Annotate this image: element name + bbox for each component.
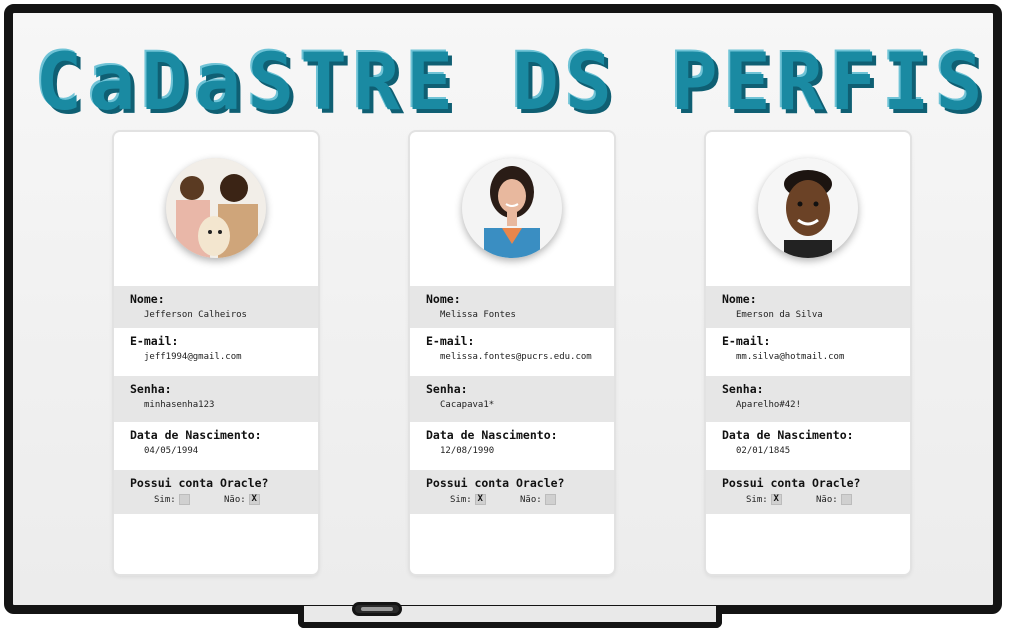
- profile-card-3: Nome: Emerson da Silva E-mail: mm.silva@…: [706, 132, 910, 574]
- sim-label: Sim:: [746, 494, 768, 505]
- profile-card-2: Nome: Melissa Fontes E-mail: melissa.fon…: [410, 132, 614, 574]
- avatar-photo-icon: [462, 158, 562, 258]
- email-label: E-mail:: [722, 334, 771, 348]
- profile-card-1: Nome: Jefferson Calheiros E-mail: jeff19…: [114, 132, 318, 574]
- avatar: [462, 158, 562, 258]
- birthdate-row: Data de Nascimento: 12/08/1990: [410, 422, 614, 470]
- password-value: minhasenha123: [144, 400, 215, 410]
- password-row: Senha: Cacapava1*: [410, 376, 614, 422]
- name-label: Nome:: [426, 292, 461, 306]
- avatar: [758, 158, 858, 258]
- oracle-row: Possui conta Oracle? Sim: X Não:: [410, 470, 614, 514]
- oracle-label: Possui conta Oracle?: [426, 476, 565, 490]
- email-row: E-mail: melissa.fontes@pucrs.edu.com: [410, 328, 614, 376]
- name-value: Emerson da Silva: [736, 310, 823, 320]
- email-row: E-mail: jeff1994@gmail.com: [114, 328, 318, 376]
- nao-label: Não:: [520, 494, 542, 505]
- sim-label: Sim:: [450, 494, 472, 505]
- password-label: Senha:: [722, 382, 764, 396]
- name-row: Nome: Melissa Fontes: [410, 286, 614, 328]
- nao-label: Não:: [816, 494, 838, 505]
- email-value: mm.silva@hotmail.com: [736, 352, 845, 362]
- birthdate-label: Data de Nascimento:: [130, 428, 262, 442]
- name-row: Nome: Jefferson Calheiros: [114, 286, 318, 328]
- email-value: melissa.fontes@pucrs.edu.com: [440, 352, 592, 362]
- password-row: Senha: minhasenha123: [114, 376, 318, 422]
- nao-checkbox[interactable]: [544, 494, 556, 505]
- nao-checkbox[interactable]: X: [248, 494, 260, 505]
- sim-checkbox[interactable]: [178, 494, 190, 505]
- eraser-icon: [352, 602, 402, 616]
- birthdate-label: Data de Nascimento:: [722, 428, 854, 442]
- nao-label: Não:: [224, 494, 246, 505]
- name-label: Nome:: [722, 292, 757, 306]
- name-value: Melissa Fontes: [440, 310, 516, 320]
- page-title: CaDaSTRE DS PERFIS: [35, 38, 989, 128]
- email-label: E-mail:: [426, 334, 475, 348]
- password-label: Senha:: [426, 382, 468, 396]
- birthdate-value: 02/01/1845: [736, 446, 791, 456]
- birthdate-row: Data de Nascimento: 02/01/1845: [706, 422, 910, 470]
- birthdate-value: 12/08/1990: [440, 446, 495, 456]
- password-value: Aparelho#42!: [736, 400, 802, 410]
- password-value: Cacapava1*: [440, 400, 495, 410]
- name-label: Nome:: [130, 292, 165, 306]
- oracle-label: Possui conta Oracle?: [722, 476, 861, 490]
- email-value: jeff1994@gmail.com: [144, 352, 242, 362]
- avatar-photo-icon: [166, 158, 266, 258]
- sim-checkbox[interactable]: X: [474, 494, 486, 505]
- password-row: Senha: Aparelho#42!: [706, 376, 910, 422]
- birthdate-label: Data de Nascimento:: [426, 428, 558, 442]
- oracle-label: Possui conta Oracle?: [130, 476, 269, 490]
- birthdate-value: 04/05/1994: [144, 446, 199, 456]
- email-label: E-mail:: [130, 334, 179, 348]
- oracle-row: Possui conta Oracle? Sim: Não: X: [114, 470, 318, 514]
- name-value: Jefferson Calheiros: [144, 310, 247, 320]
- name-row: Nome: Emerson da Silva: [706, 286, 910, 328]
- oracle-row: Possui conta Oracle? Sim: X Não:: [706, 470, 910, 514]
- avatar: [166, 158, 266, 258]
- avatar-photo-icon: [758, 158, 858, 258]
- password-label: Senha:: [130, 382, 172, 396]
- nao-checkbox[interactable]: [840, 494, 852, 505]
- sim-label: Sim:: [154, 494, 176, 505]
- sim-checkbox[interactable]: X: [770, 494, 782, 505]
- email-row: E-mail: mm.silva@hotmail.com: [706, 328, 910, 376]
- birthdate-row: Data de Nascimento: 04/05/1994: [114, 422, 318, 470]
